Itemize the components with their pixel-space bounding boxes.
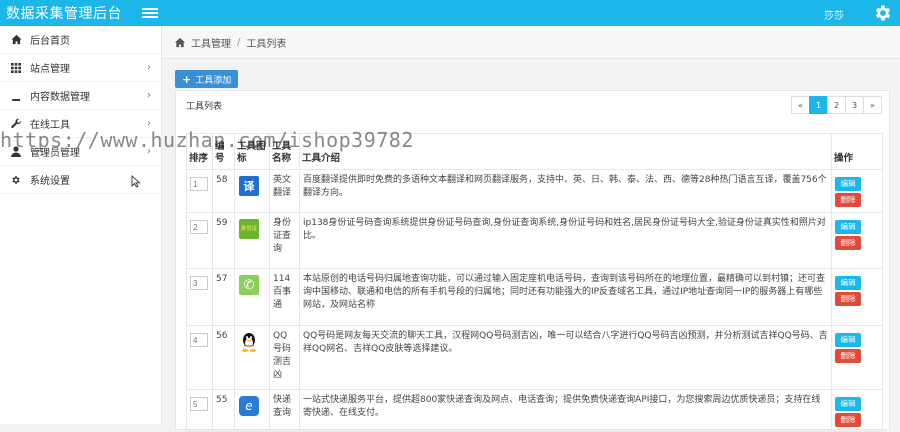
row-name: QQ号码测吉凶 [269, 325, 300, 390]
top-bar: 数据采集管理后台 莎莎 [0, 0, 900, 26]
pagination: « 1 2 3 » [791, 96, 882, 114]
table-header-row: 排序 编号 工具图标 工具名称 工具介绍 操作 [186, 133, 883, 170]
row-name: 快递查询 [269, 389, 300, 432]
row-desc: 一站式快递服务平台，提供超800家快递查询及网点、电话查询；提供免费快递查询AP… [299, 389, 832, 432]
table-row: 57 ✆ 114百事通 本站原创的电话号码归属地查询功能，可以通过输入固定座机电… [186, 268, 883, 326]
row-desc: 百度翻译提供即时免费的多语种文本翻译和网页翻译服务，支持中、英、日、韩、泰、法、… [299, 169, 832, 213]
menu-toggle-icon[interactable] [142, 6, 158, 20]
sort-input[interactable] [190, 220, 208, 234]
home-icon [10, 34, 22, 46]
user-icon [10, 146, 22, 158]
tool-table: 排序 编号 工具图标 工具名称 工具介绍 操作 58 译 英文翻译 百度翻译提供… [186, 133, 883, 432]
chevron-right-icon: › [147, 146, 151, 157]
phone-logo-icon: ✆ [239, 275, 259, 295]
col-action-header: 操作 [831, 133, 883, 170]
row-id: 56 [212, 325, 235, 390]
grid-icon [10, 62, 22, 74]
app-title: 数据采集管理后台 [6, 6, 122, 22]
col-id-header: 编号 [212, 133, 235, 170]
sort-input[interactable] [190, 276, 208, 290]
sidebar-item-label: 管理员管理 [30, 148, 80, 159]
row-id: 55 [212, 389, 235, 432]
row-name: 身份证查询 [269, 212, 300, 269]
translate-logo-icon: 译 [239, 176, 259, 196]
edit-button[interactable]: 编辑 [835, 333, 861, 347]
sidebar-item-home[interactable]: 后台首页 [0, 26, 161, 54]
edit-button[interactable]: 编辑 [835, 177, 861, 191]
chevron-right-icon: › [147, 90, 151, 101]
breadcrumb: 工具管理 / 工具列表 [162, 26, 900, 59]
col-icon-header: 工具图标 [234, 133, 270, 170]
sidebar-item-label: 后台首页 [30, 36, 70, 47]
pagination-page-3[interactable]: 3 [845, 96, 864, 114]
table-row: 56 QQ QQ号码测吉凶 QQ号码是网友每天交流的聊天工具，汉程网QQ号码测吉… [186, 325, 883, 390]
gear-icon [10, 174, 22, 186]
pagination-page-1[interactable]: 1 [809, 96, 828, 114]
add-tool-label: 工具添加 [195, 75, 232, 86]
breadcrumb-root[interactable]: 工具管理 [191, 35, 231, 50]
main-content: 工具管理 / 工具列表 + 工具添加 工具列表 « 1 2 3 » 排序 编号 … [162, 26, 900, 432]
row-name: 114百事通 [269, 268, 300, 326]
delete-button[interactable]: 删除 [835, 413, 861, 427]
row-desc: QQ号码是网友每天交流的聊天工具，汉程网QQ号码测吉凶，唯一可以结合八字进行QQ… [299, 325, 832, 390]
col-name-header: 工具名称 [269, 133, 300, 170]
sidebar: 后台首页 站点管理 › 内容数据管理 › 在线工具 › 管理员管理 › 系统设置 [0, 26, 162, 424]
user-name[interactable]: 莎莎 [824, 7, 844, 22]
pagination-page-2[interactable]: 2 [827, 96, 846, 114]
mouse-cursor-icon [131, 175, 141, 188]
edit-button[interactable]: 编辑 [835, 276, 861, 290]
chevron-right-icon: › [147, 118, 151, 129]
table-row: 59 身份证 身份证查询 ip138身份证号码查询系统提供身份证号码查询,身份证… [186, 212, 883, 269]
sidebar-item-admins[interactable]: 管理员管理 › [0, 138, 161, 166]
tool-list-panel: 工具列表 « 1 2 3 » 排序 编号 工具图标 工具名称 工具介绍 操作 1… [175, 90, 890, 432]
delete-button[interactable]: 删除 [835, 193, 861, 207]
row-id: 59 [212, 212, 235, 269]
sort-input[interactable] [190, 397, 208, 411]
sort-input[interactable] [190, 177, 208, 191]
home-icon [174, 37, 186, 47]
pagination-next[interactable]: » [863, 96, 882, 114]
table-row: 55 e 快递查询 一站式快递服务平台，提供超800家快递查询及网点、电话查询；… [186, 389, 883, 432]
settings-gear-icon[interactable] [873, 3, 893, 23]
pagination-prev[interactable]: « [791, 96, 810, 114]
sidebar-item-content[interactable]: 内容数据管理 › [0, 82, 161, 110]
table-row: 58 译 英文翻译 百度翻译提供即时免费的多语种文本翻译和网页翻译服务，支持中、… [186, 169, 883, 213]
breadcrumb-separator: / [237, 36, 241, 48]
col-desc-header: 工具介绍 [299, 133, 832, 170]
sidebar-item-settings[interactable]: 系统设置 [0, 166, 161, 194]
edit-button[interactable]: 编辑 [835, 220, 861, 234]
delete-button[interactable]: 删除 [835, 236, 861, 250]
sidebar-item-label: 内容数据管理 [30, 92, 90, 103]
book-icon [10, 90, 22, 102]
delete-button[interactable]: 删除 [835, 292, 861, 306]
plus-icon: + [182, 72, 192, 86]
qq-penguin-logo-icon: QQ [239, 332, 259, 352]
sidebar-item-label: 在线工具 [30, 120, 70, 131]
sidebar-item-label: 站点管理 [30, 64, 70, 75]
row-id: 58 [212, 169, 235, 213]
edit-button[interactable]: 编辑 [835, 397, 861, 411]
row-desc: 本站原创的电话号码归属地查询功能，可以通过输入固定座机电话号码，查询到该号码所在… [299, 268, 832, 326]
sidebar-item-sites[interactable]: 站点管理 › [0, 54, 161, 82]
row-desc: ip138身份证号码查询系统提供身份证号码查询,身份证查询系统,身份证号码和姓名… [299, 212, 832, 269]
delete-button[interactable]: 删除 [835, 349, 861, 363]
add-tool-button[interactable]: + 工具添加 [175, 70, 239, 88]
panel-title: 工具列表 [186, 102, 223, 112]
col-sort-header: 排序 [186, 133, 213, 170]
row-id: 57 [212, 268, 235, 326]
chevron-right-icon: › [147, 62, 151, 73]
sidebar-item-label: 系统设置 [30, 176, 70, 187]
breadcrumb-current: 工具列表 [246, 38, 287, 50]
express-logo-icon: e [239, 396, 259, 416]
id-card-logo-icon: 身份证 [239, 219, 259, 239]
sort-input[interactable] [190, 333, 208, 347]
wrench-icon [10, 118, 22, 130]
sidebar-item-online-tools[interactable]: 在线工具 › [0, 110, 161, 138]
row-name: 英文翻译 [269, 169, 300, 213]
